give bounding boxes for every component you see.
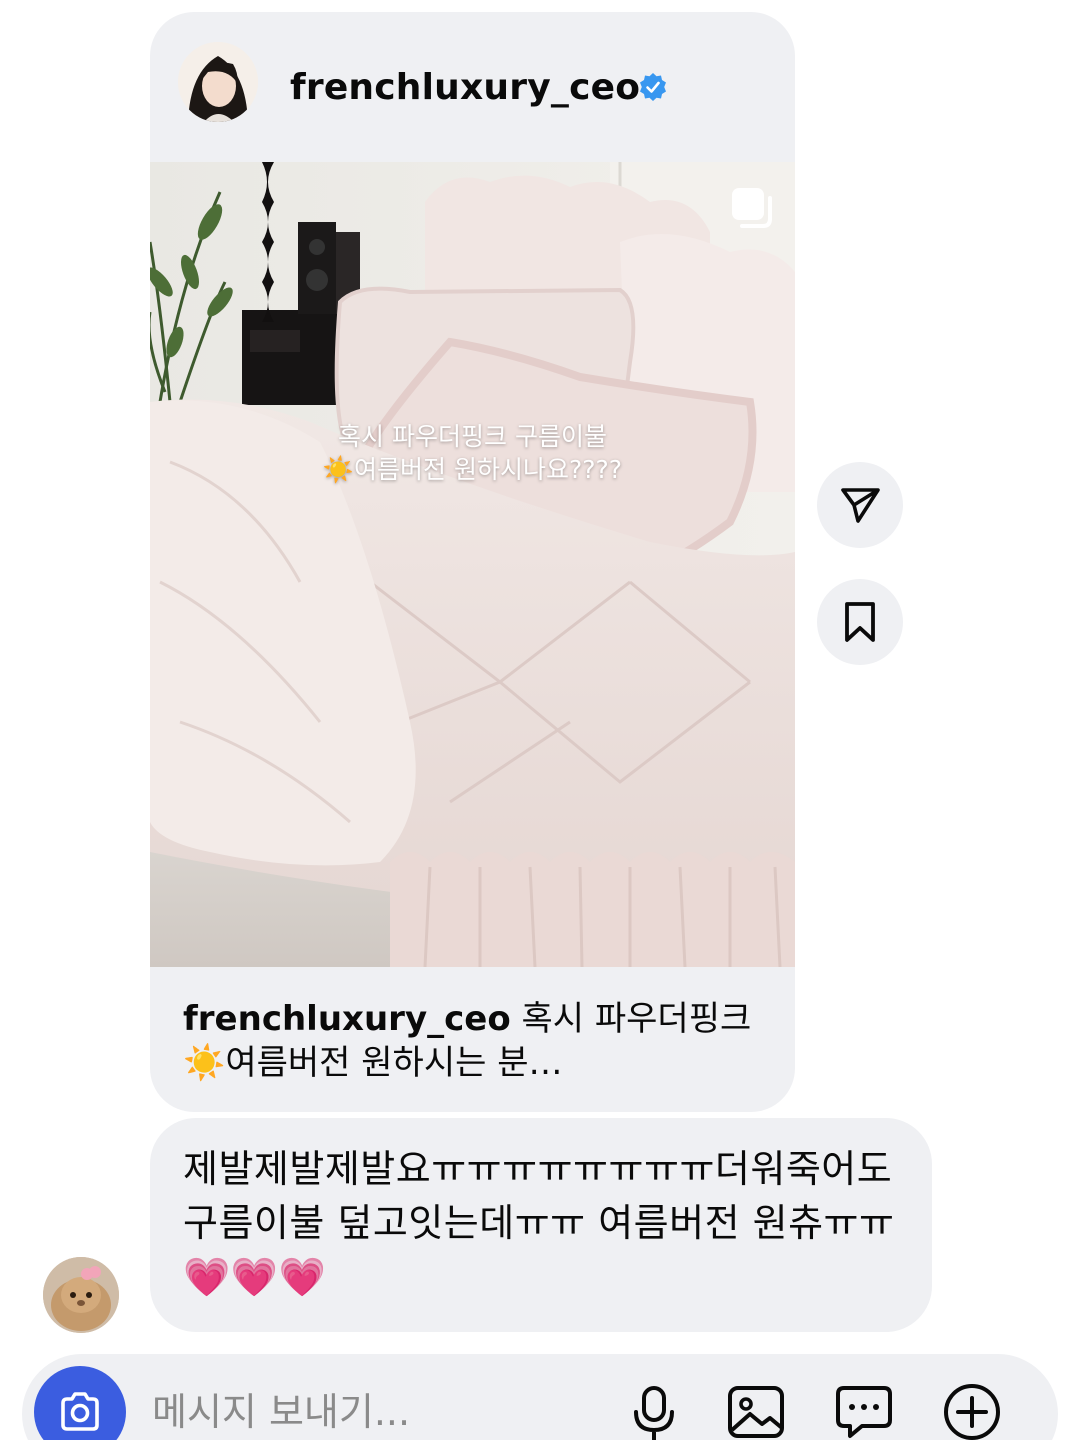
sender-avatar[interactable] — [43, 1257, 119, 1333]
image-icon[interactable] — [724, 1380, 788, 1440]
camera-icon — [61, 1392, 99, 1431]
post-image[interactable]: 혹시 파우더핑크 구름이불 ☀️여름버전 원하시나요???? — [150, 162, 795, 967]
bedroom-photo — [150, 162, 795, 967]
verified-badge-icon — [640, 73, 666, 101]
caption-username[interactable]: frenchluxury_ceo — [183, 999, 511, 1039]
message-input[interactable] — [152, 1384, 592, 1440]
message-composer — [22, 1354, 1058, 1440]
bookmark-icon — [845, 602, 875, 642]
shared-post-card[interactable]: frenchluxury_ceo 혹시 파우더핑크 구름이불 ☀️여름버전 원하… — [150, 12, 795, 1112]
author-username[interactable]: frenchluxury_ceo — [290, 68, 640, 108]
multi-photo-icon — [732, 188, 772, 228]
post-header[interactable]: frenchluxury_ceo — [150, 12, 795, 162]
author-avatar[interactable] — [178, 42, 258, 122]
share-button[interactable] — [817, 462, 903, 548]
paper-plane-icon — [841, 488, 880, 523]
camera-button[interactable] — [34, 1366, 126, 1440]
post-caption: frenchluxury_ceo 혹시 파우더핑크 ☀️여름버전 원하시는 분… — [183, 997, 773, 1085]
reply-message-bubble[interactable]: 제발제발제발요ㅠㅠㅠㅠㅠㅠㅠㅠ더워죽어도 구름이불 덮고잇는데ㅠㅠ 여름버전 원… — [150, 1118, 932, 1332]
plus-circle-icon[interactable] — [940, 1380, 1004, 1440]
chat-bubble-icon[interactable] — [832, 1380, 896, 1440]
story-overlay-text: 혹시 파우더핑크 구름이불 ☀️여름버전 원하시나요???? — [322, 422, 623, 484]
save-button[interactable] — [817, 579, 903, 665]
microphone-icon[interactable] — [622, 1380, 686, 1440]
